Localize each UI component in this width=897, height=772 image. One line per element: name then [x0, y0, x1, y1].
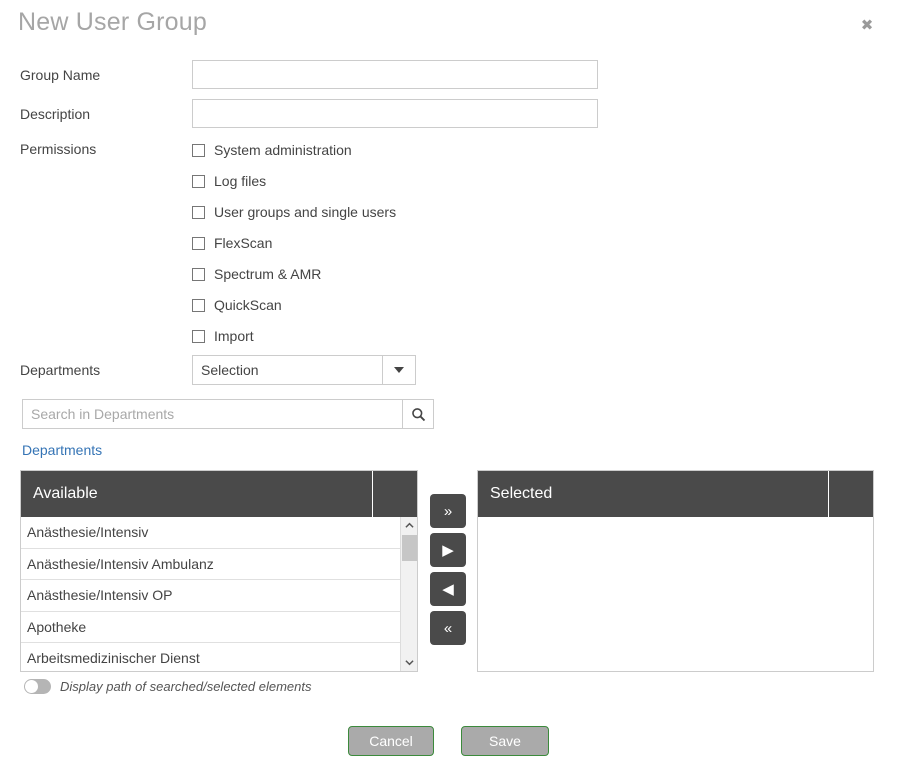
permission-item-import[interactable]: Import: [192, 327, 254, 345]
new-user-group-dialog: New User Group ✖ Group Name Description …: [0, 0, 897, 772]
save-button[interactable]: Save: [461, 726, 549, 756]
close-icon[interactable]: ✖: [857, 16, 877, 36]
departments-select-value[interactable]: Selection: [192, 355, 382, 385]
permission-item-flexscan[interactable]: FlexScan: [192, 234, 272, 252]
list-item[interactable]: Apotheke: [21, 612, 400, 643]
permission-label: Spectrum & AMR: [214, 266, 322, 282]
selected-list-header: Selected: [478, 471, 873, 517]
permission-item-user-groups-and-single-users[interactable]: User groups and single users: [192, 203, 396, 221]
move-left-button[interactable]: ◀: [430, 572, 466, 606]
available-list-items: Anästhesie/Intensiv Anästhesie/Intensiv …: [21, 517, 400, 671]
list-item[interactable]: Anästhesie/Intensiv Ambulanz: [21, 549, 400, 580]
departments-search: [22, 399, 434, 429]
search-icon[interactable]: [402, 399, 434, 429]
available-list-body[interactable]: Anästhesie/Intensiv Anästhesie/Intensiv …: [21, 517, 417, 671]
list-item[interactable]: Arbeitsmedizinischer Dienst: [21, 643, 400, 671]
display-path-toggle[interactable]: [24, 679, 51, 694]
checkbox-import[interactable]: [192, 329, 205, 343]
checkbox-flexscan[interactable]: [192, 236, 205, 250]
chevron-down-glyph: [394, 367, 404, 373]
permissions-label: Permissions: [20, 141, 97, 157]
available-list-panel: Available Anästhesie/Intensiv Anästhesie…: [20, 470, 418, 672]
permission-label: System administration: [214, 142, 352, 158]
description-input[interactable]: [192, 99, 598, 128]
available-list-title: Available: [33, 485, 98, 502]
permission-label: User groups and single users: [214, 204, 397, 220]
selected-list-header-actions: [828, 471, 873, 517]
page-title: New User Group: [18, 8, 207, 36]
description-label: Description: [20, 106, 91, 122]
checkbox-spectrum-amr[interactable]: [192, 267, 205, 281]
list-item[interactable]: Anästhesie/Intensiv: [21, 517, 400, 549]
transfer-buttons: » ▶ ◀ «: [430, 494, 466, 650]
group-name-input[interactable]: [192, 60, 598, 89]
chevron-down-icon[interactable]: [382, 355, 416, 385]
search-input[interactable]: [22, 399, 402, 429]
cancel-button[interactable]: Cancel: [348, 726, 434, 756]
move-all-left-button[interactable]: «: [430, 611, 466, 645]
display-path-toggle-label: Display path of searched/selected elemen…: [60, 679, 312, 694]
departments-select[interactable]: Selection: [192, 355, 416, 385]
available-list-scrollbar[interactable]: [400, 517, 417, 671]
group-name-label: Group Name: [20, 67, 101, 83]
toggle-knob: [25, 680, 38, 693]
checkbox-quickscan[interactable]: [192, 298, 205, 312]
checkbox-system-administration[interactable]: [192, 143, 205, 157]
permission-label: FlexScan: [214, 235, 273, 251]
checkbox-log-files[interactable]: [192, 174, 205, 188]
permission-item-system-administration[interactable]: System administration: [192, 141, 352, 159]
selected-list-body[interactable]: [478, 517, 873, 671]
permission-item-spectrum-amr[interactable]: Spectrum & AMR: [192, 265, 321, 283]
move-all-right-button[interactable]: »: [430, 494, 466, 528]
scrollbar-thumb[interactable]: [402, 535, 417, 561]
available-list-header: Available: [21, 471, 417, 517]
display-path-toggle-row[interactable]: Display path of searched/selected elemen…: [24, 679, 311, 694]
available-list-header-actions: [372, 471, 417, 517]
scroll-up-icon[interactable]: [401, 517, 417, 534]
permission-label: Log files: [214, 173, 267, 189]
permission-item-log-files[interactable]: Log files: [192, 172, 266, 190]
departments-breadcrumb-link[interactable]: Departments: [22, 442, 102, 458]
selected-list-panel: Selected: [477, 470, 874, 672]
permission-label: Import: [214, 328, 254, 344]
move-right-button[interactable]: ▶: [430, 533, 466, 567]
departments-label: Departments: [20, 362, 101, 378]
scroll-down-icon[interactable]: [401, 654, 417, 671]
selected-list-title: Selected: [490, 485, 553, 502]
permission-label: QuickScan: [214, 297, 282, 313]
checkbox-user-groups-and-single-users[interactable]: [192, 205, 205, 219]
permission-item-quickscan[interactable]: QuickScan: [192, 296, 282, 314]
list-item[interactable]: Anästhesie/Intensiv OP: [21, 580, 400, 612]
